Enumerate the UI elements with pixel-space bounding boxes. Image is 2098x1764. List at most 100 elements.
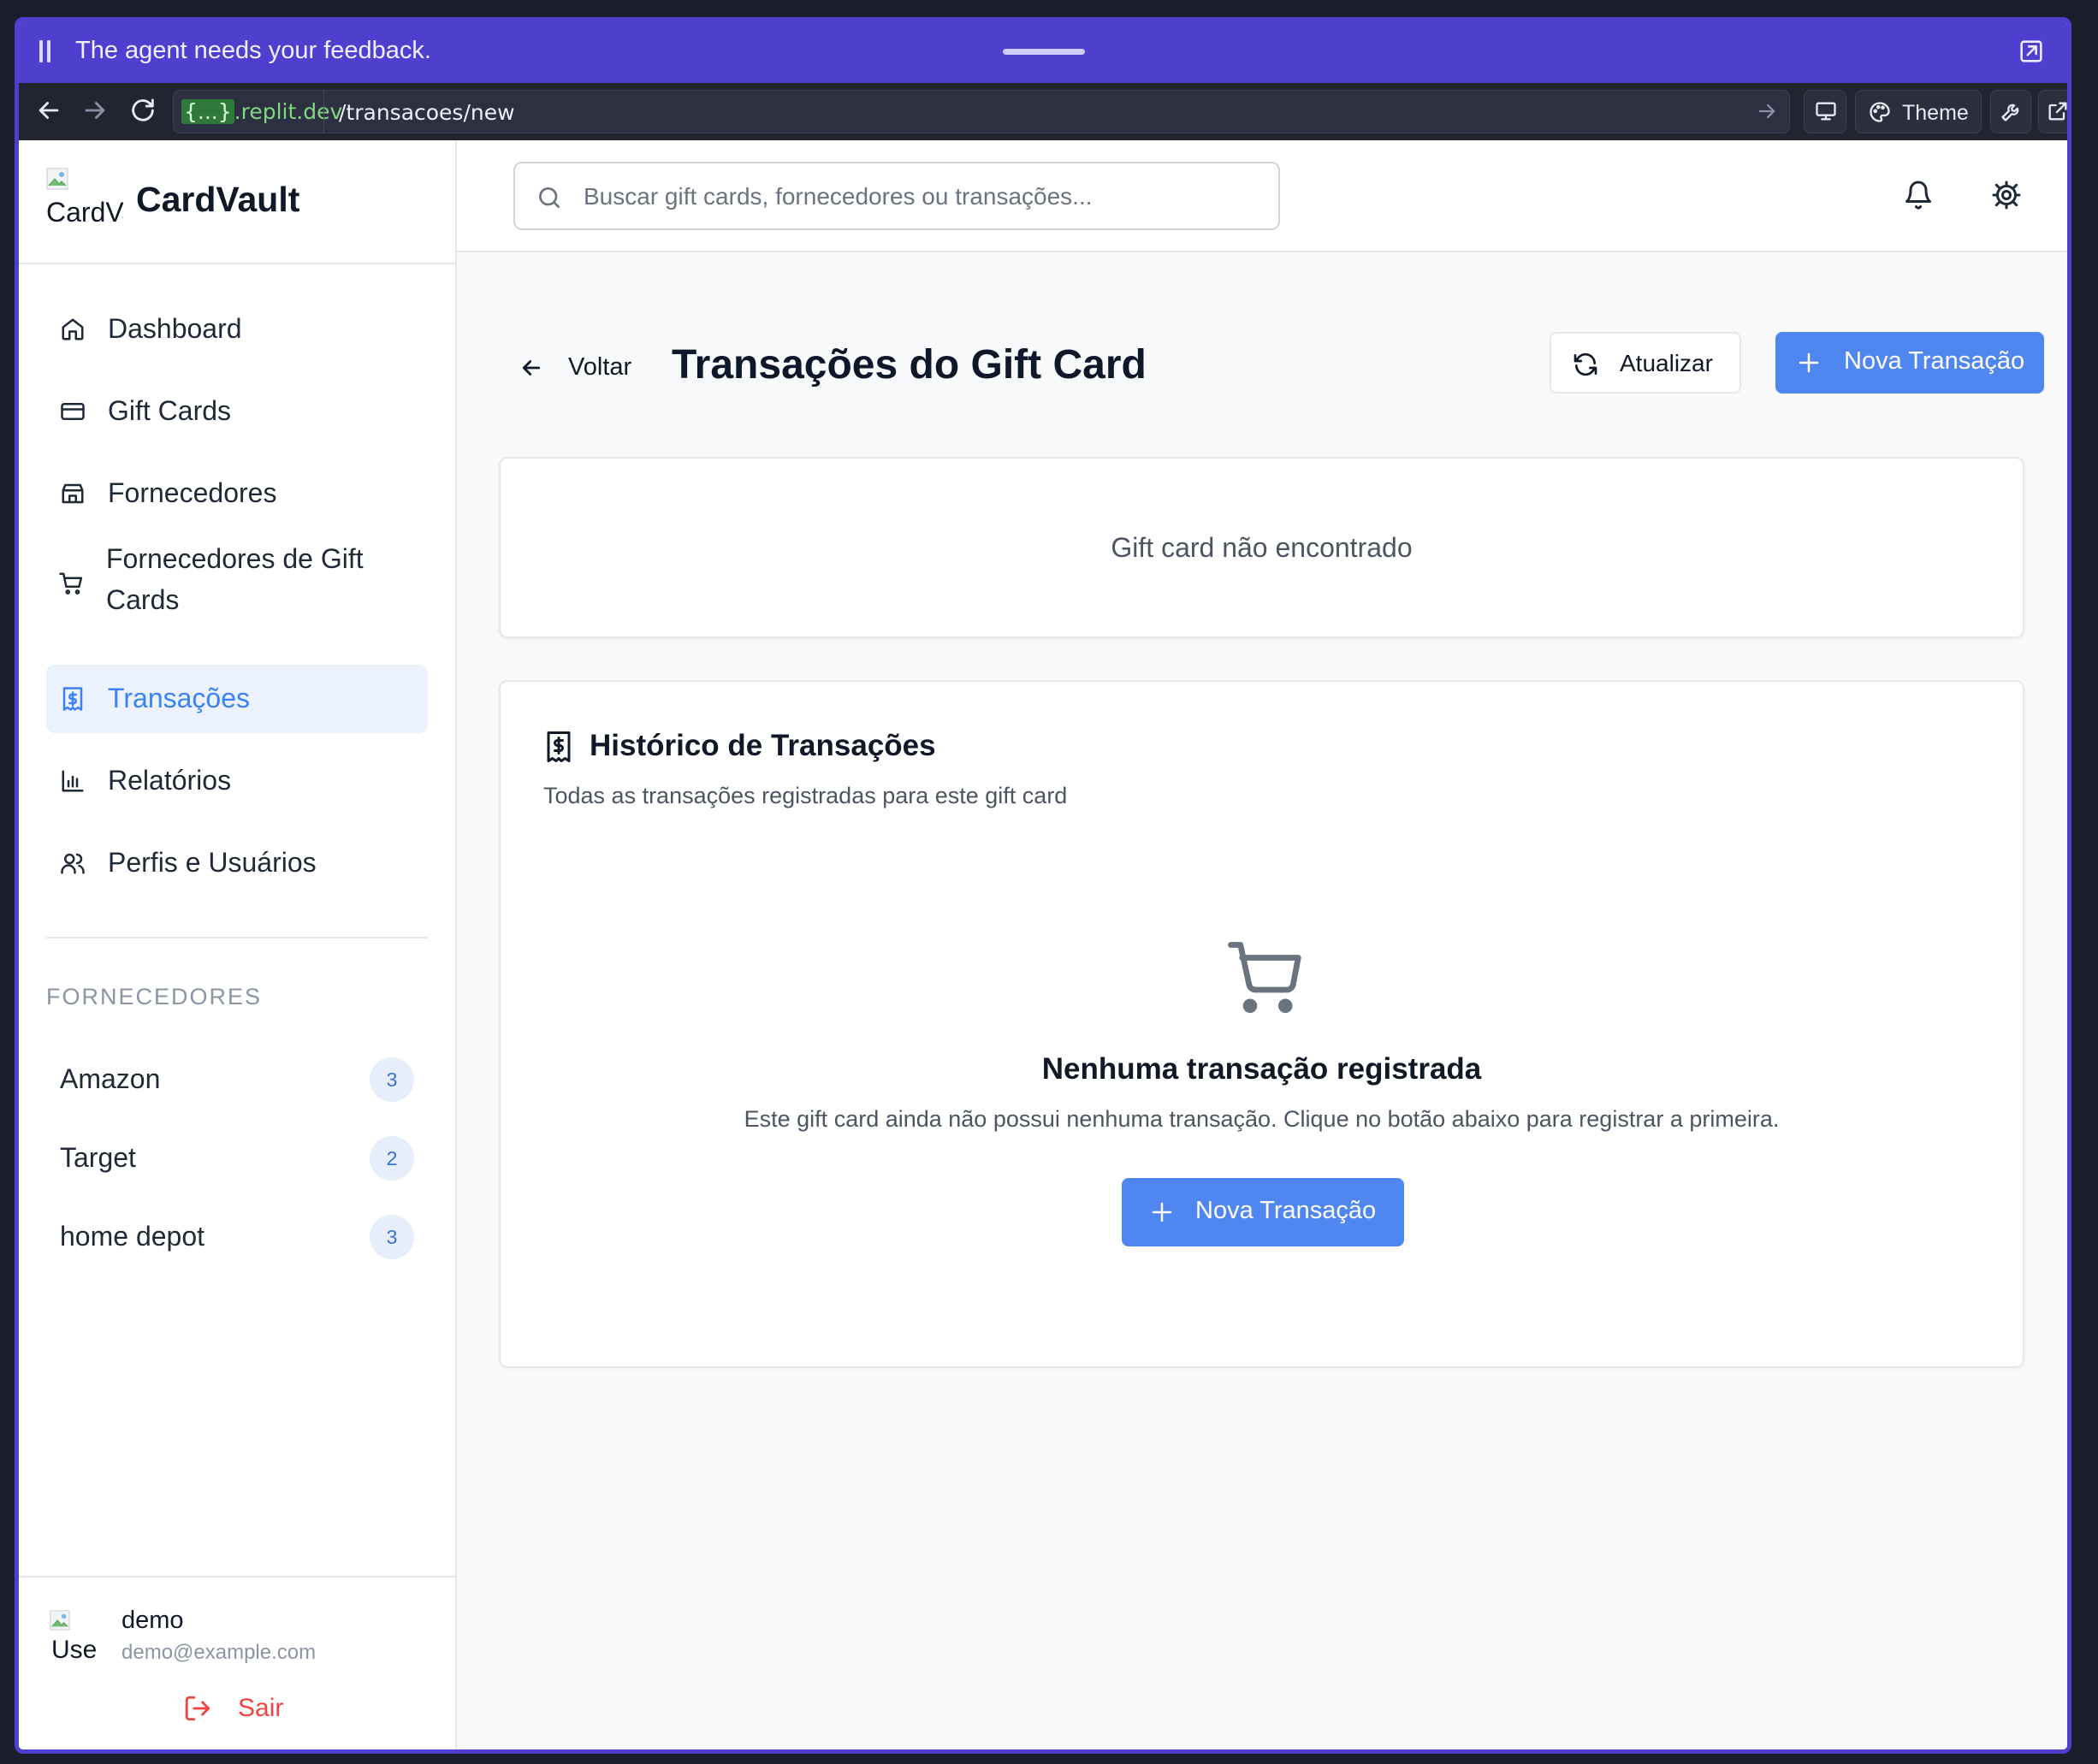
not-found-message: Gift card não encontrado: [1111, 532, 1413, 563]
sidebar-item-label: Dashboard: [108, 313, 242, 344]
sidebar-item-relatorios[interactable]: Relatórios: [46, 747, 428, 815]
avatar: User: [46, 1610, 98, 1661]
receipt-icon: [62, 687, 83, 711]
device-preview-button[interactable]: [1804, 90, 1846, 133]
sidebar-item-label: Fornecedores de Gift Cards: [106, 543, 364, 615]
sidebar-item-fornecedores-gift-cards[interactable]: Fornecedores de Gift Cards: [46, 542, 428, 624]
avatar-alt-text: User: [51, 1636, 98, 1661]
browser-toolbar: {...} .replit.dev /transacoes/new Theme: [19, 83, 2067, 140]
logout-label: Sair: [238, 1694, 284, 1722]
empty-new-transaction-button[interactable]: Nova Transação: [1122, 1178, 1404, 1246]
sidebar: CardVault Logo CardVault Dashboard Gift …: [19, 140, 457, 1749]
store-icon: [62, 483, 84, 504]
count-badge: 2: [370, 1136, 414, 1181]
external-link-icon: [2048, 102, 2067, 121]
sidebar-divider: [46, 937, 428, 938]
user-panel: User demo demo@example.com Sair: [19, 1576, 455, 1749]
shopping-cart-icon: [59, 572, 83, 595]
pause-icon[interactable]: [38, 40, 51, 62]
vendor-name: Target: [60, 1142, 136, 1173]
palette-icon: [1870, 102, 1890, 122]
refresh-icon: [1574, 352, 1597, 376]
users-icon: [61, 853, 85, 874]
refresh-button[interactable]: Atualizar: [1550, 332, 1741, 394]
app: CardVault Logo CardVault Dashboard Gift …: [19, 140, 2067, 1749]
user-email: demo@example.com: [121, 1641, 317, 1664]
vendor-item-home-depot[interactable]: home depot 3: [46, 1206, 428, 1266]
vendor-name: Amazon: [60, 1063, 161, 1094]
url-field[interactable]: {...} .replit.dev /transacoes/new: [173, 90, 1790, 133]
url-host: {...} .replit.dev: [181, 99, 342, 124]
app-name: CardVault: [136, 180, 300, 219]
refresh-label: Atualizar: [1620, 350, 1713, 376]
sidebar-item-fornecedores[interactable]: Fornecedores: [46, 459, 428, 528]
user-name: demo: [121, 1607, 184, 1634]
broken-image-icon: [46, 168, 68, 190]
theme-label: Theme: [1902, 101, 1969, 125]
sidebar-item-transacoes[interactable]: Transações: [46, 665, 428, 733]
receipt-icon: [547, 731, 571, 762]
url-separator: [323, 91, 324, 133]
credit-card-icon: [61, 403, 85, 420]
forward-arrow-icon[interactable]: [80, 96, 110, 125]
vendor-name: home depot: [60, 1221, 205, 1252]
search-icon: [539, 187, 560, 208]
page-title: Transações do Gift Card: [672, 342, 1147, 388]
url-path: /transacoes/new: [339, 100, 515, 125]
history-title: Histórico de Transações: [590, 729, 936, 762]
empty-new-transaction-label: Nova Transação: [1195, 1197, 1377, 1224]
new-transaction-button[interactable]: Nova Transação: [1775, 332, 2044, 394]
theme-button[interactable]: Theme: [1855, 90, 1982, 133]
search-input[interactable]: Buscar gift cards, fornecedores ou trans…: [513, 162, 1280, 230]
empty-state-message: Este gift card ainda não possui nenhuma …: [744, 1106, 1780, 1132]
sidebar-item-label: Fornecedores: [108, 477, 277, 508]
sidebar-item-label: Relatórios: [108, 765, 232, 796]
devtools-button[interactable]: [1990, 90, 2031, 133]
logout-icon: [185, 1696, 210, 1721]
broken-image-icon: [50, 1610, 70, 1631]
open-new-tab-button[interactable]: [2038, 90, 2067, 133]
bar-chart-icon: [62, 770, 84, 792]
sidebar-item-dashboard[interactable]: Dashboard: [46, 295, 428, 364]
history-subtitle: Todas as transações registradas para est…: [543, 783, 1068, 808]
sidebar-item-label: Gift Cards: [108, 395, 232, 426]
new-transaction-label: Nova Transação: [1844, 347, 2025, 375]
logout-button[interactable]: Sair: [183, 1687, 303, 1730]
not-found-card: Gift card não encontrado: [499, 457, 2024, 638]
back-arrow-icon[interactable]: [34, 96, 63, 125]
pin-icon[interactable]: [2060, 37, 2067, 66]
home-icon: [62, 318, 84, 340]
sidebar-item-gift-cards[interactable]: Gift Cards: [46, 377, 428, 446]
agent-feedback-bar: The agent needs your feedback.: [19, 21, 2067, 83]
search-placeholder: Buscar gift cards, fornecedores ou trans…: [584, 183, 1093, 210]
expand-icon[interactable]: [2017, 37, 2046, 66]
reload-icon[interactable]: [128, 96, 157, 125]
sidebar-item-perfis-usuarios[interactable]: Perfis e Usuários: [46, 829, 428, 897]
back-button[interactable]: Voltar: [519, 346, 655, 389]
wrench-icon: [2001, 104, 2019, 121]
logo: CardVault Logo: [46, 168, 123, 228]
go-arrow-icon[interactable]: [1755, 99, 1779, 123]
monitor-icon: [1816, 102, 1836, 121]
drag-handle[interactable]: [1003, 49, 1085, 55]
shopping-cart-icon: [1228, 942, 1301, 1014]
logo-alt-text: CardVault Logo: [46, 197, 123, 228]
arrow-left-icon: [522, 360, 541, 376]
plus-icon: [1799, 352, 1819, 373]
brand: CardVault Logo CardVault: [19, 140, 455, 264]
sidebar-item-label: Transações: [108, 683, 250, 713]
browser-window: The agent needs your feedback. {...} .rep…: [15, 17, 2071, 1754]
empty-state-title: Nenhuma transação registrada: [1041, 1052, 1482, 1086]
transaction-history-card: Histórico de Transações Todas as transaç…: [499, 680, 2024, 1368]
back-label: Voltar: [568, 353, 632, 381]
vendor-item-amazon[interactable]: Amazon 3: [46, 1049, 428, 1109]
count-badge: 3: [370, 1057, 414, 1102]
topbar: Buscar gift cards, fornecedores ou trans…: [457, 140, 2067, 252]
vendor-item-target[interactable]: Target 2: [46, 1128, 428, 1187]
sidebar-item-label: Perfis e Usuários: [108, 847, 317, 878]
agent-message: The agent needs your feedback.: [75, 37, 431, 64]
gear-icon[interactable]: [1991, 180, 2022, 210]
bell-icon[interactable]: [1903, 180, 1934, 210]
count-badge: 3: [370, 1215, 414, 1259]
section-title: FORNECEDORES: [46, 984, 263, 1009]
